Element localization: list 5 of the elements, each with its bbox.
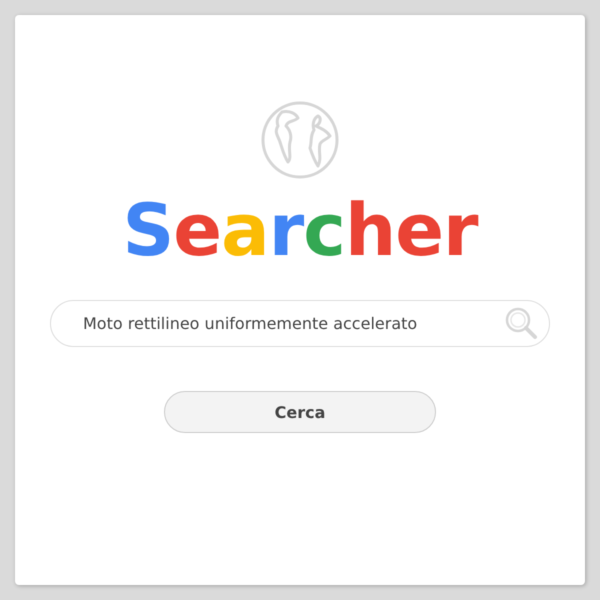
search-field[interactable]: Moto rettilineo uniformemente accelerato xyxy=(50,300,550,347)
globe-icon xyxy=(260,100,340,180)
search-button[interactable]: Cerca xyxy=(164,391,436,433)
search-icon[interactable] xyxy=(504,306,538,340)
logo-text: Searcher xyxy=(122,192,478,268)
